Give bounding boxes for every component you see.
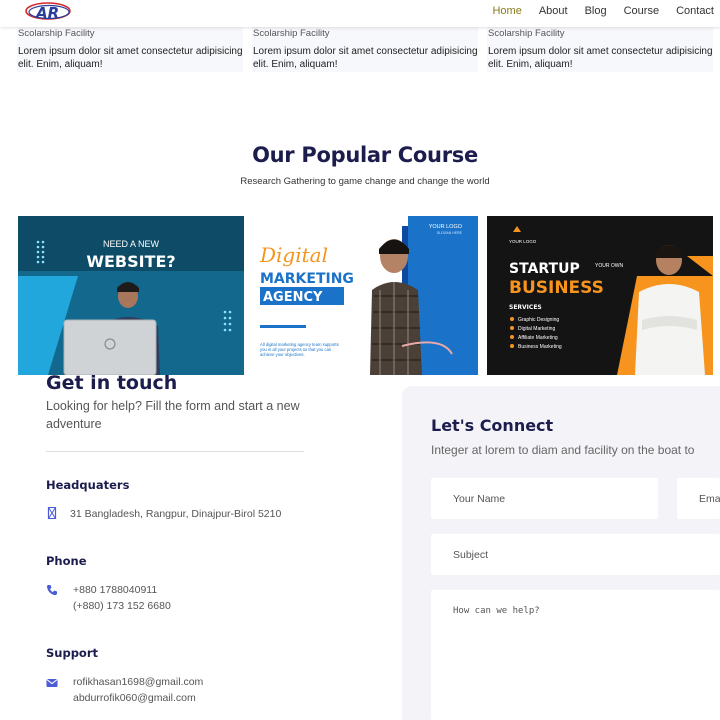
course-line1: NEED A NEW: [103, 239, 160, 249]
facility-card: Scolarship Facility Lorem ipsum dolor si…: [252, 26, 478, 72]
course-tag: SLOGAN HERE: [437, 231, 463, 235]
nav-contact[interactable]: Contact: [676, 5, 714, 17]
brand-logo[interactable]: AR: [24, 0, 72, 24]
email-address[interactable]: abdurrofik060@gmail.com: [73, 690, 196, 706]
nav-home[interactable]: Home: [492, 5, 521, 17]
course-logo: YOUR LOGO: [509, 239, 537, 244]
course-card-startup-business[interactable]: YOUR LOGO STARTUP YOUR OWN BUSINESS SERV…: [487, 216, 713, 375]
divider: [46, 451, 304, 452]
phone-label: Phone: [46, 554, 87, 568]
contact-subtitle: Looking for help? Fill the form and star…: [46, 399, 300, 431]
course-body: All digital marketing agency team suppor…: [260, 342, 339, 357]
nav-about[interactable]: About: [539, 5, 568, 17]
form-title: Let's Connect: [431, 416, 554, 435]
course-card-website[interactable]: NEED A NEW WEBSITE?: [18, 216, 244, 375]
phone-number[interactable]: (+880) 173 152 6680: [73, 598, 171, 614]
course-thumbnail: YOUR LOGO STARTUP YOUR OWN BUSINESS SERV…: [487, 216, 713, 375]
email-address[interactable]: rofikhasan1698@gmail.com: [73, 674, 203, 690]
facility-card: Scolarship Facility Lorem ipsum dolor si…: [487, 26, 713, 72]
course-logo: YOUR LOGO: [429, 224, 463, 230]
service-item: Business Marketing: [518, 344, 562, 350]
brand-logo-text: AR: [35, 4, 59, 22]
course-line2: WEBSITE?: [86, 252, 175, 271]
facility-desc: Lorem ipsum dolor sit amet consectetur a…: [253, 46, 478, 70]
form-subtitle: Integer at lorem to diam and facility on…: [431, 443, 695, 457]
nav-course[interactable]: Course: [624, 5, 659, 17]
facility-title: Scolarship Facility: [18, 28, 95, 39]
course-thumbnail: YOUR LOGO SLOGAN HERE Digital MARKETING …: [252, 216, 478, 375]
course-small: YOUR OWN: [595, 263, 623, 269]
service-item: Digital Marketing: [518, 326, 555, 332]
course-line1: STARTUP: [509, 261, 580, 277]
subject-input[interactable]: [431, 534, 720, 575]
headquarters-label: Headquaters: [46, 478, 130, 492]
main-nav: Home About Blog Course Contact: [475, 5, 714, 17]
headquarters-value: 31 Bangladesh, Rangpur, Dinajpur-Birol 5…: [70, 508, 282, 520]
facility-title: Scolarship Facility: [253, 28, 330, 39]
course-card-digital-marketing[interactable]: YOUR LOGO SLOGAN HERE Digital MARKETING …: [252, 216, 478, 375]
facility-title: Scolarship Facility: [488, 28, 565, 39]
building-icon: [47, 507, 57, 519]
contact-title: Get in touch: [46, 372, 178, 394]
message-textarea[interactable]: [431, 590, 720, 720]
phone-icon: [46, 585, 57, 596]
mail-icon: [46, 679, 58, 687]
section-title: Our Popular Course: [252, 143, 478, 167]
course-thumbnail: NEED A NEW WEBSITE?: [18, 216, 244, 375]
course-line2: BUSINESS: [509, 278, 604, 298]
facility-card: Scolarship Facility Lorem ipsum dolor si…: [17, 26, 243, 72]
course-line1: MARKETING: [260, 271, 354, 287]
email-input[interactable]: [677, 478, 720, 519]
services-title: SERVICES: [509, 304, 542, 311]
service-item: Graphic Designing: [518, 317, 559, 323]
name-input[interactable]: [431, 478, 658, 519]
navbar: AR Home About Blog Course Contact: [0, 0, 720, 27]
support-label: Support: [46, 646, 99, 660]
facility-desc: Lorem ipsum dolor sit amet consectetur a…: [18, 46, 243, 70]
course-script: Digital: [259, 243, 328, 267]
phone-number[interactable]: +880 1788040911: [73, 582, 157, 598]
facility-desc: Lorem ipsum dolor sit amet consectetur a…: [488, 46, 713, 70]
course-line2: AGENCY: [263, 290, 323, 305]
section-subtitle: Research Gathering to game change and ch…: [240, 176, 490, 187]
service-item: Affiliate Marketing: [518, 335, 558, 341]
nav-blog[interactable]: Blog: [585, 5, 607, 17]
